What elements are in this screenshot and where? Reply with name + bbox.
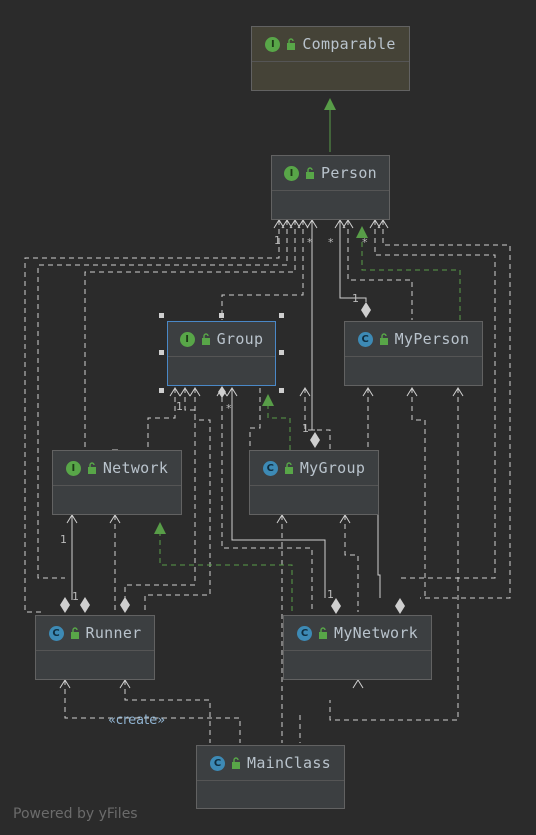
divider: [168, 356, 275, 357]
divider: [272, 190, 389, 191]
runnable-class-badge-icon: C: [210, 755, 225, 771]
class-badge-icon: C: [357, 331, 373, 347]
node-header: I Person: [272, 156, 389, 190]
class-node-mygroup[interactable]: C MyGroup: [249, 450, 379, 515]
divider: [197, 780, 344, 781]
class-node-runner[interactable]: C Runner: [35, 615, 155, 680]
node-name: Person: [321, 164, 377, 182]
diagram-edges: [24, 98, 511, 743]
selection-handle[interactable]: [279, 350, 284, 355]
unlock-icon: [201, 333, 210, 345]
interface-badge-icon: I: [284, 165, 299, 181]
node-header: C MainClass: [197, 746, 344, 780]
node-name: MyNetwork: [334, 624, 418, 642]
multiplicity-label: *: [328, 236, 334, 249]
selection-handle[interactable]: [159, 313, 164, 318]
selection-handle[interactable]: [159, 350, 164, 355]
divider: [53, 485, 181, 486]
multiplicity-label: 1: [274, 234, 281, 247]
yfiles-credit: Powered by yFiles: [13, 806, 138, 822]
node-name: MyPerson: [394, 330, 470, 348]
class-node-comparable[interactable]: I Comparable: [251, 26, 410, 91]
interface-badge-icon: I: [179, 331, 195, 347]
node-header: C Runner: [36, 616, 154, 650]
multiplicity-label: 1: [72, 590, 79, 603]
selection-handle[interactable]: [279, 388, 284, 393]
selection-handle[interactable]: [159, 388, 164, 393]
multiplicity-label: *: [307, 236, 313, 249]
node-name: Network: [102, 459, 169, 477]
class-node-myperson[interactable]: C MyPerson: [344, 321, 483, 386]
divider: [250, 485, 378, 486]
class-node-mainclass[interactable]: C MainClass: [196, 745, 345, 809]
node-header: I Network: [53, 451, 181, 485]
node-name: MainClass: [247, 754, 331, 772]
interface-badge-icon: I: [265, 36, 281, 52]
node-name: Comparable: [302, 35, 396, 53]
unlock-icon: [232, 757, 240, 769]
unlock-icon: [70, 627, 79, 639]
node-name: Group: [216, 330, 264, 348]
multiplicity-label: 1: [302, 422, 309, 435]
node-name: MyGroup: [299, 459, 366, 477]
interface-badge-icon: I: [65, 460, 81, 476]
unlock-icon: [284, 462, 293, 474]
class-node-mynetwork[interactable]: C MyNetwork: [283, 615, 432, 680]
multiplicity-label: *: [226, 402, 232, 415]
divider: [284, 650, 431, 651]
multiplicity-label: 1: [327, 588, 334, 601]
selection-handle[interactable]: [279, 313, 284, 318]
class-badge-icon: C: [297, 625, 312, 641]
class-node-person[interactable]: I Person: [271, 155, 390, 220]
create-edge-label: «create»: [108, 713, 166, 728]
unlock-icon: [379, 333, 388, 345]
node-header: C MyGroup: [250, 451, 378, 485]
node-header: I Comparable: [252, 27, 409, 61]
class-node-group[interactable]: I Group: [167, 321, 276, 386]
multiplicity-label: 1: [352, 292, 359, 305]
node-header: C MyNetwork: [284, 616, 431, 650]
unlock-icon: [287, 38, 296, 50]
class-badge-icon: C: [262, 460, 278, 476]
multiplicity-label: 1: [176, 400, 183, 413]
class-badge-icon: C: [48, 625, 64, 641]
node-name: Runner: [85, 624, 142, 642]
class-node-network[interactable]: I Network: [52, 450, 182, 515]
unlock-icon: [87, 462, 96, 474]
multiplicity-label: *: [362, 236, 368, 249]
selection-handle[interactable]: [219, 313, 224, 318]
unlock-icon: [306, 167, 314, 179]
node-header: I Group: [168, 322, 275, 356]
multiplicity-label: 1: [60, 533, 67, 546]
unlock-icon: [319, 627, 327, 639]
node-header: C MyPerson: [345, 322, 482, 356]
divider: [252, 61, 409, 62]
divider: [36, 650, 154, 651]
divider: [345, 356, 482, 357]
